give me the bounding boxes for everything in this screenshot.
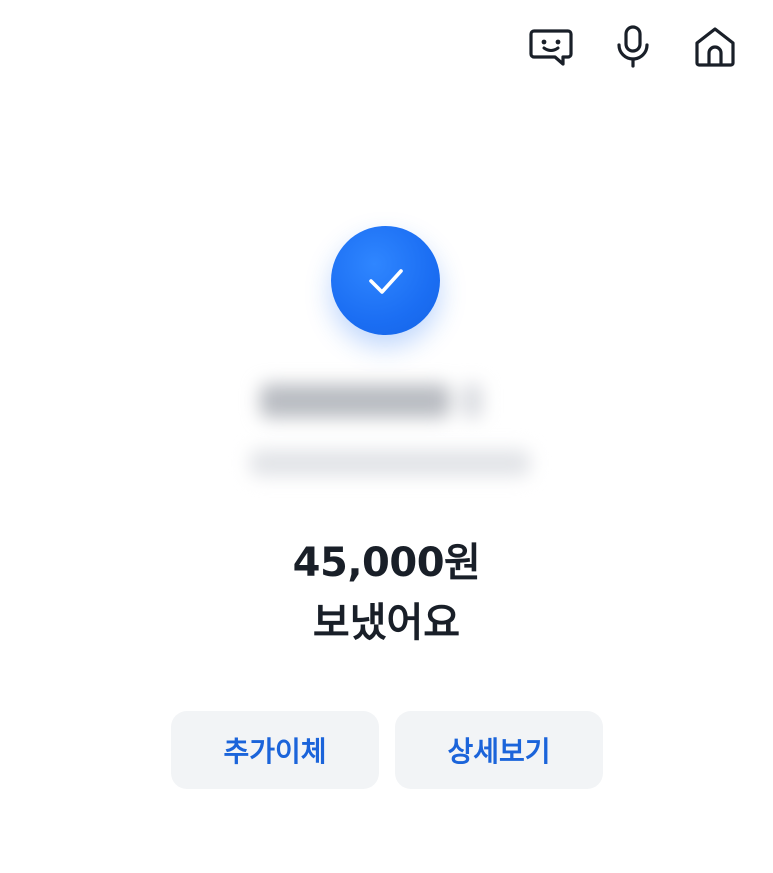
transfer-amount: 45,000원 [292, 540, 481, 586]
add-transfer-button[interactable]: 추가이체 [171, 711, 379, 789]
microphone-icon[interactable] [609, 22, 657, 70]
home-icon[interactable] [691, 22, 739, 70]
transfer-complete-screen: 45,000원 보냈어요 추가이체 상세보기 [0, 0, 773, 873]
transfer-message: 보냈어요 [312, 600, 461, 646]
chat-smile-icon[interactable] [527, 22, 575, 70]
success-badge [331, 226, 440, 335]
top-bar [527, 22, 739, 70]
view-details-button[interactable]: 상세보기 [395, 711, 603, 789]
check-icon [331, 226, 440, 335]
recipient-name-redacted [260, 372, 515, 430]
recipient-account-redacted [250, 450, 530, 486]
action-buttons: 추가이체 상세보기 [171, 711, 603, 789]
